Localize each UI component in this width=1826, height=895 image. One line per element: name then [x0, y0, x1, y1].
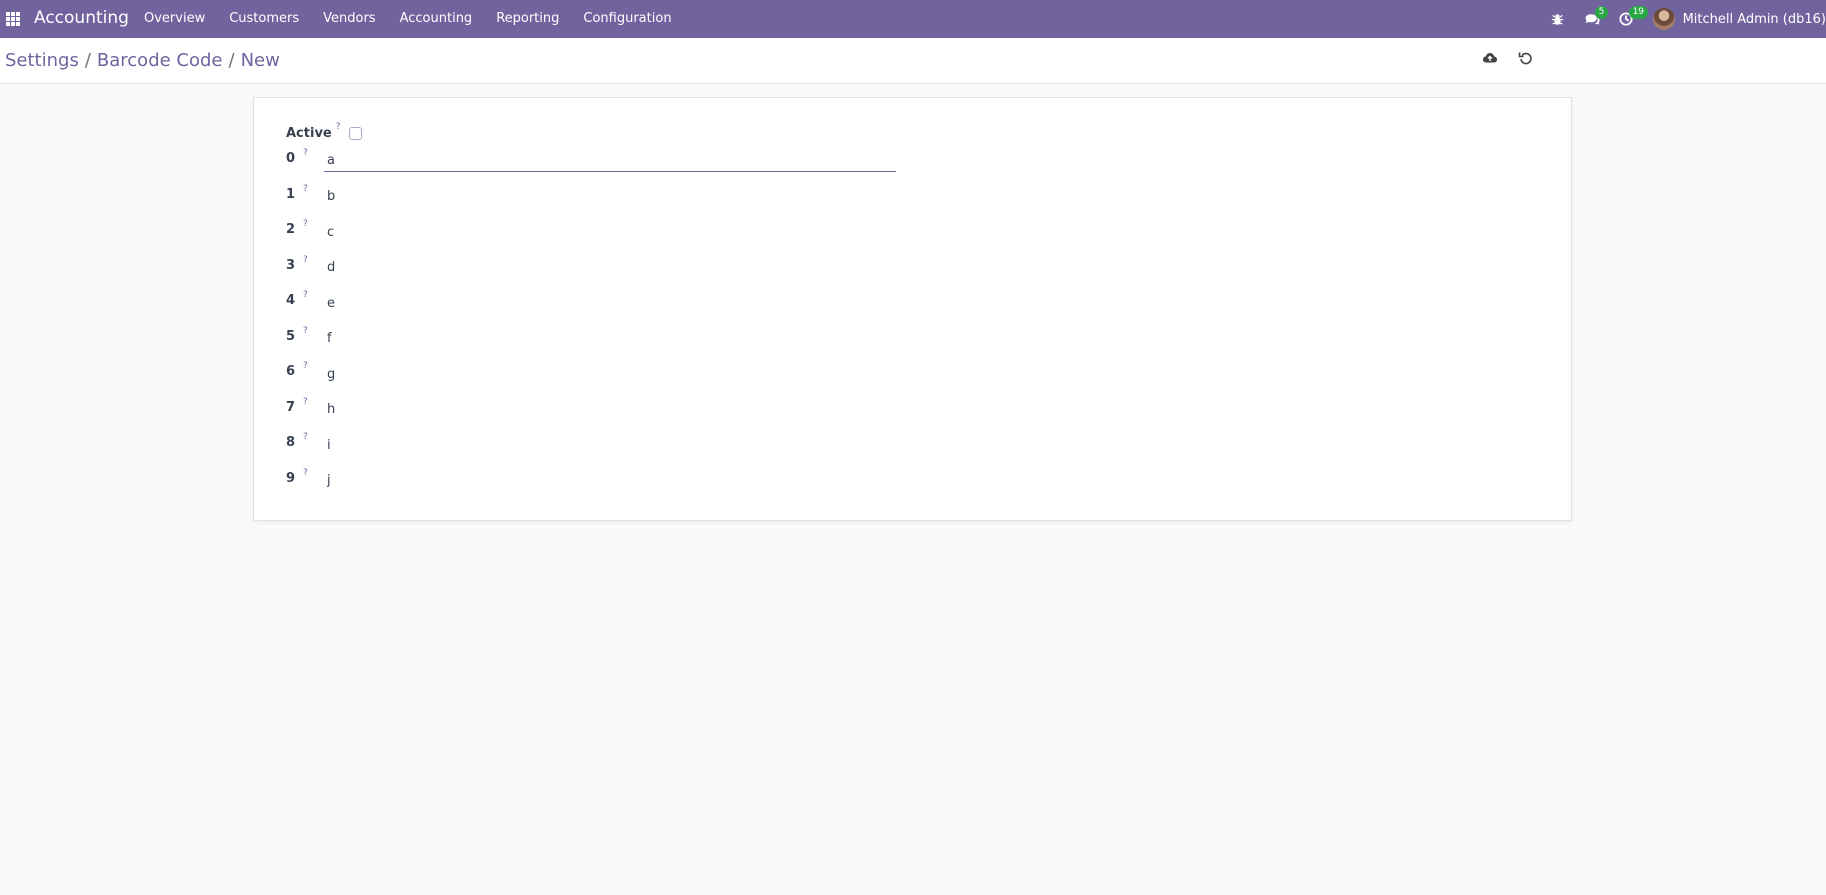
app-title[interactable]: Accounting	[34, 8, 129, 28]
digit-label-9: 9	[286, 470, 296, 486]
digit-label-7: 7	[286, 399, 296, 415]
digit-label-4: 4	[286, 293, 296, 308]
apps-grid-icon[interactable]	[6, 12, 20, 26]
help-tooltip-icon[interactable]: ?	[303, 184, 308, 194]
control-panel: Settings / Barcode Code / New	[0, 38, 1826, 84]
chat-icon[interactable]: 5	[1575, 0, 1609, 38]
digit-input-8[interactable]	[324, 434, 896, 456]
avatar	[1652, 8, 1675, 30]
digit-label-3: 3	[286, 257, 296, 273]
clock-icon[interactable]: 19	[1609, 0, 1649, 38]
main-menu: Overview Customers Vendors Accounting Re…	[132, 0, 684, 38]
digit-input-7[interactable]	[324, 398, 896, 421]
help-tooltip-icon[interactable]: ?	[303, 397, 308, 407]
digit-input-3[interactable]	[324, 256, 896, 279]
digit-input-5[interactable]	[324, 327, 896, 350]
systray: 5 19 Mitchell Admin (db16)	[1541, 0, 1826, 38]
digit-label-2: 2	[286, 222, 296, 237]
breadcrumb-item-settings[interactable]: Settings	[5, 50, 79, 71]
digit-input-4[interactable]	[324, 292, 896, 314]
active-label: Active	[286, 125, 332, 141]
help-tooltip-icon[interactable]: ?	[303, 290, 308, 300]
menu-item-reporting[interactable]: Reporting	[484, 0, 571, 38]
help-tooltip-icon[interactable]: ?	[336, 122, 341, 132]
form-actions	[1482, 50, 1536, 68]
breadcrumb-item-barcode-code[interactable]: Barcode Code	[97, 50, 223, 71]
help-tooltip-icon[interactable]: ?	[303, 326, 308, 336]
help-tooltip-icon[interactable]: ?	[303, 255, 308, 265]
digit-input-9[interactable]	[324, 469, 896, 492]
cloud-upload-icon[interactable]	[1482, 50, 1500, 68]
undo-icon[interactable]	[1518, 50, 1536, 68]
digit-label-6: 6	[286, 364, 296, 379]
breadcrumb-separator: /	[84, 50, 91, 71]
digit-label-0: 0	[286, 151, 296, 166]
digit-label-5: 5	[286, 328, 296, 344]
messages-count-badge: 5	[1594, 6, 1609, 19]
user-menu[interactable]: Mitchell Admin (db16)	[1643, 8, 1826, 30]
help-tooltip-icon[interactable]: ?	[303, 432, 308, 442]
menu-item-vendors[interactable]: Vendors	[311, 0, 387, 38]
active-checkbox[interactable]	[348, 126, 362, 140]
menu-item-overview[interactable]: Overview	[132, 0, 217, 38]
main-navbar: Accounting Overview Customers Vendors Ac…	[0, 0, 1826, 38]
help-tooltip-icon[interactable]: ?	[303, 361, 308, 371]
bug-icon[interactable]	[1541, 0, 1575, 38]
breadcrumb-separator: /	[228, 50, 235, 71]
active-field: Active ?	[286, 122, 362, 144]
menu-item-customers[interactable]: Customers	[217, 0, 311, 38]
activities-count-badge: 19	[1628, 6, 1649, 19]
user-name: Mitchell Admin (db16)	[1682, 11, 1826, 27]
form-sheet: Active ? 0? 1? 2? 3? 4? 5? 6? 7? 8? 9?	[253, 97, 1572, 521]
help-tooltip-icon[interactable]: ?	[303, 468, 308, 478]
menu-item-accounting[interactable]: Accounting	[388, 0, 485, 38]
digit-label-8: 8	[286, 435, 296, 450]
help-tooltip-icon[interactable]: ?	[303, 219, 308, 229]
breadcrumb-current: New	[240, 50, 280, 71]
digit-input-1[interactable]	[324, 185, 896, 208]
menu-item-configuration[interactable]: Configuration	[571, 0, 683, 38]
help-tooltip-icon[interactable]: ?	[303, 148, 308, 158]
breadcrumb: Settings / Barcode Code / New	[5, 50, 280, 71]
digit-input-6[interactable]	[324, 363, 896, 385]
digit-input-0[interactable]	[324, 150, 896, 172]
digit-input-2[interactable]	[324, 221, 896, 243]
digit-label-1: 1	[286, 186, 296, 202]
